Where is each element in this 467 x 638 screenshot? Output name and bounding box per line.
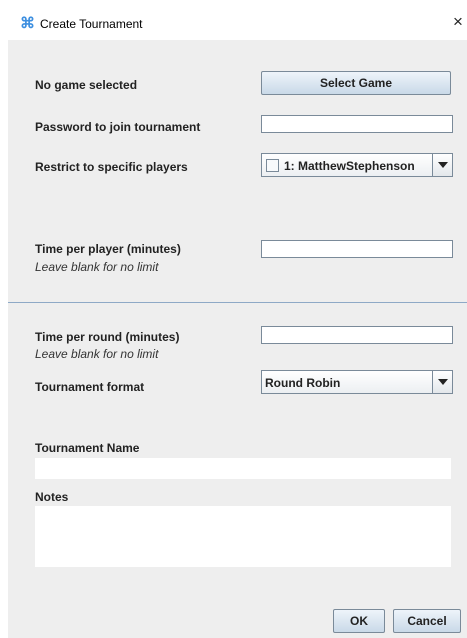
dialog-content: No game selected Select Game Password to… xyxy=(8,40,467,638)
section-divider xyxy=(8,302,467,303)
close-button[interactable]: × xyxy=(449,12,467,32)
password-label: Password to join tournament xyxy=(35,120,201,134)
restrict-players-label: Restrict to specific players xyxy=(35,160,188,174)
notes-textarea[interactable] xyxy=(35,506,451,567)
notes-label: Notes xyxy=(35,490,69,504)
tournament-format-dropdown[interactable]: Round Robin xyxy=(261,370,453,394)
cancel-button[interactable]: Cancel xyxy=(393,609,461,633)
select-game-button[interactable]: Select Game xyxy=(261,71,451,95)
window-title: Create Tournament xyxy=(40,17,143,31)
password-input[interactable] xyxy=(261,115,453,133)
time-per-player-label: Time per player (minutes) xyxy=(35,242,181,256)
tournament-format-selected: Round Robin xyxy=(265,376,341,390)
restrict-players-dropdown[interactable]: 1: MatthewStephenson xyxy=(261,153,453,177)
time-per-player-hint: Leave blank for no limit xyxy=(35,260,159,274)
tournament-format-label: Tournament format xyxy=(35,380,145,394)
game-status-label: No game selected xyxy=(35,78,138,92)
title-bar: ⌘ Create Tournament × xyxy=(0,0,467,40)
tournament-name-input[interactable] xyxy=(35,458,451,479)
app-command-icon: ⌘ xyxy=(20,15,35,32)
player-checkbox[interactable] xyxy=(266,159,279,172)
restrict-players-selected: 1: MatthewStephenson xyxy=(284,159,415,173)
chevron-down-icon[interactable] xyxy=(432,371,452,393)
time-per-round-input[interactable] xyxy=(261,326,453,344)
tournament-name-label: Tournament Name xyxy=(35,441,140,455)
time-per-round-label: Time per round (minutes) xyxy=(35,330,180,344)
chevron-down-icon[interactable] xyxy=(432,154,452,176)
time-per-round-hint: Leave blank for no limit xyxy=(35,347,159,361)
ok-button[interactable]: OK xyxy=(333,609,385,633)
time-per-player-input[interactable] xyxy=(261,240,453,258)
